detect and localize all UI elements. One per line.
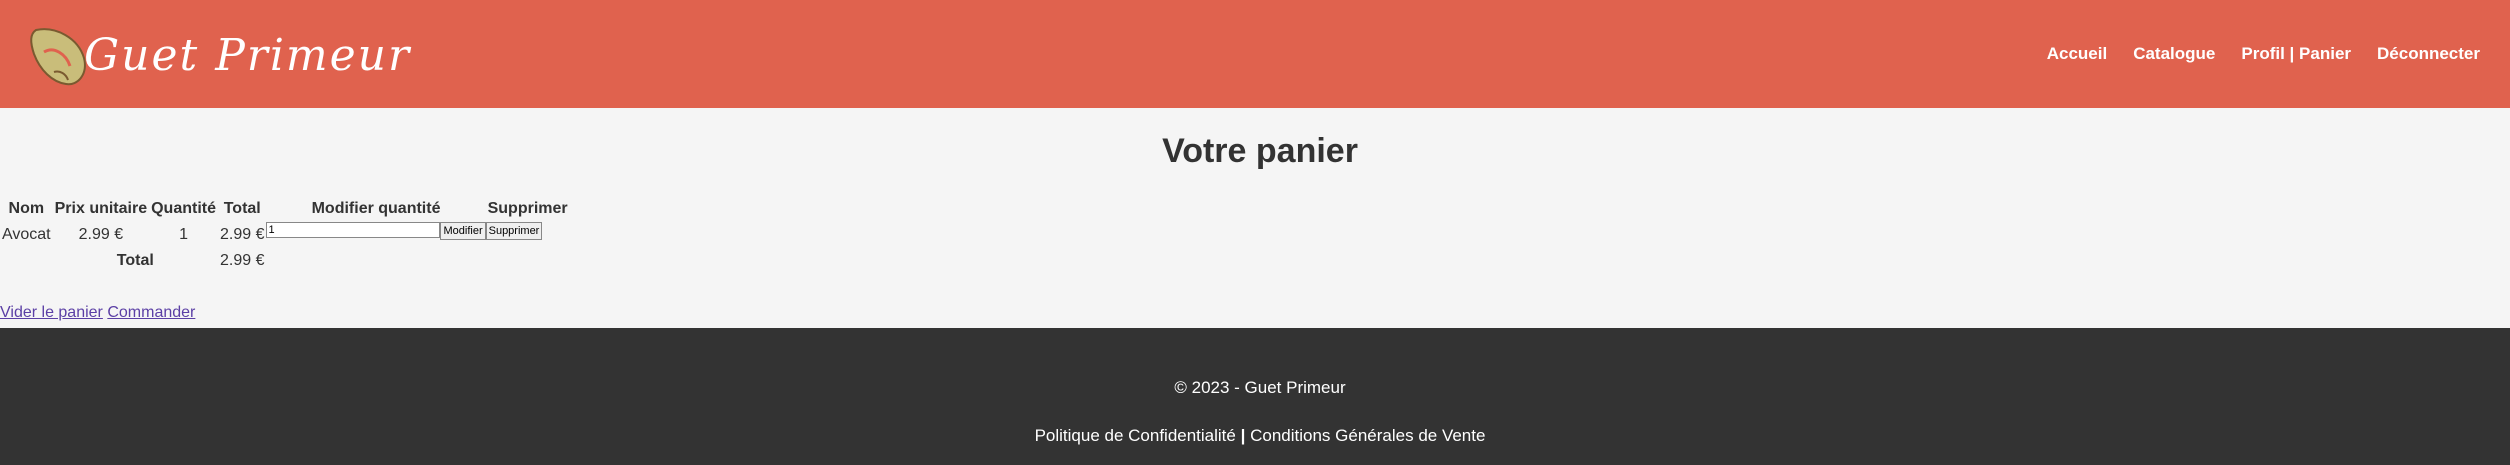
quantity-input[interactable] [266,222,441,238]
total-label: Total [116,252,154,269]
modify-button[interactable]: Modifier [440,222,486,240]
footer-separator: | [1240,426,1246,445]
footer-legal-links: Politique de Confidentialité | Condition… [0,426,2510,446]
nav-profil-panier[interactable]: Profil | Panier [2241,44,2351,64]
cell-total: 2.99 € [220,226,265,243]
page-title: Votre panier [1162,132,1358,170]
col-prix-unitaire: Prix unitaire [54,200,148,217]
cell-quantite: 1 [179,226,188,243]
col-modifier-quantite: Modifier quantité [311,200,441,217]
col-nom: Nom [8,200,45,217]
privacy-policy-link[interactable]: Politique de Confidentialité [1035,426,1236,445]
delete-button[interactable]: Supprimer [485,222,543,240]
col-quantite: Quantité [151,200,216,217]
logo-text: Guet Primeur [84,30,412,81]
empty-cart-link[interactable]: Vider le panier [0,304,103,321]
nav-catalogue[interactable]: Catalogue [2133,44,2215,64]
order-link[interactable]: Commander [107,304,195,321]
col-supprimer: Supprimer [487,200,568,217]
table-header-row: Nom Prix unitaire Quantité Total Modifie… [0,196,570,222]
table-row: Avocat 2.99 € 1 2.99 € Modifier Supprime… [0,222,570,248]
cell-prix: 2.99 € [78,226,124,243]
main-content: Votre panier Nom Prix unitaire Quantité … [0,108,2510,328]
cart-actions: Vider le panier Commander [0,304,195,322]
cell-modify-form: Modifier [266,222,486,248]
footer-copyright: © 2023 - Guet Primeur [1174,378,1346,397]
nav-deconnecter[interactable]: Déconnecter [2377,44,2480,64]
site-footer: © 2023 - Guet Primeur Politique de Confi… [0,328,2510,465]
nav-accueil[interactable]: Accueil [2047,44,2107,64]
total-value: 2.99 € [220,252,265,269]
total-row: Total 2.99 € [0,248,570,274]
main-nav: Accueil Catalogue Profil | Panier Déconn… [2047,0,2480,108]
terms-link[interactable]: Conditions Générales de Vente [1250,426,1485,445]
cart-table: Nom Prix unitaire Quantité Total Modifie… [0,196,570,274]
site-header: Guet Primeur Accueil Catalogue Profil | … [0,0,2510,108]
cell-nom: Avocat [2,226,51,243]
site-logo[interactable]: Guet Primeur [26,22,409,92]
col-total: Total [223,200,261,217]
cell-delete: Supprimer [485,222,570,248]
